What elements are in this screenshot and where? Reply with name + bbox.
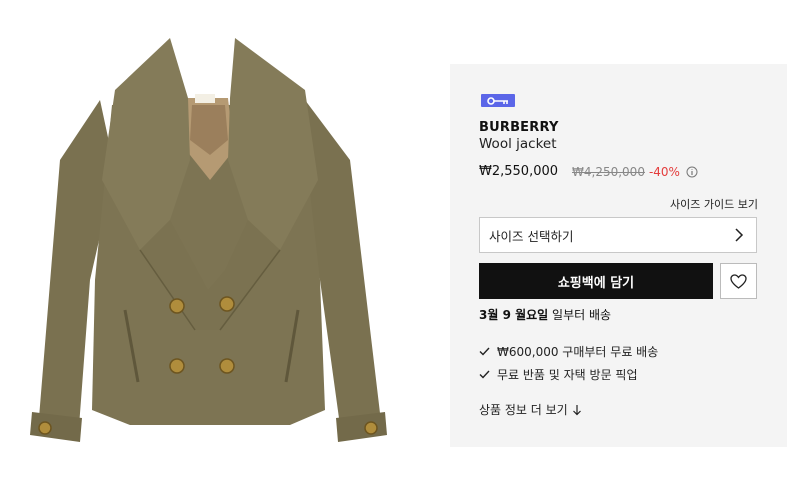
more-info-label: 상품 정보 더 보기 <box>479 403 568 417</box>
add-to-cart-button[interactable]: 쇼핑백에 담기 <box>479 263 713 299</box>
heart-icon <box>730 273 747 289</box>
size-select[interactable]: 사이즈 선택하기 <box>479 217 757 253</box>
key-icon <box>487 96 508 105</box>
more-info-link[interactable]: 상품 정보 더 보기 <box>479 401 582 418</box>
delivery-date: 3월 9 월요일 <box>479 308 549 322</box>
jacket-illustration <box>30 38 387 442</box>
key-badge <box>481 94 515 107</box>
brand-name: BURBERRY <box>479 120 559 135</box>
size-select-label: 사이즈 선택하기 <box>489 228 574 244</box>
product-title: Wool jacket <box>479 136 557 152</box>
arrow-down-icon <box>572 404 581 415</box>
benefit-free-shipping: ₩600,000 구매부터 무료 배송 <box>479 343 658 360</box>
wishlist-button[interactable] <box>720 263 757 299</box>
benefit-free-return: 무료 반품 및 자택 방문 픽업 <box>479 366 638 383</box>
price-row: ₩2,550,000 ₩4,250,000 -40% <box>479 164 698 179</box>
delivery-text: 일부터 배송 <box>548 308 612 322</box>
discount-rate: -40% <box>648 164 680 179</box>
chevron-right-icon <box>735 228 744 242</box>
size-guide-link[interactable]: 사이즈 가이드 보기 <box>670 196 758 212</box>
price-original: ₩4,250,000 <box>572 164 645 179</box>
info-icon[interactable] <box>686 166 698 178</box>
benefit-text: ₩600,000 구매부터 무료 배송 <box>497 345 659 359</box>
check-icon <box>479 370 490 379</box>
product-info-panel: BURBERRY Wool jacket ₩2,550,000 ₩4,250,0… <box>450 64 787 447</box>
price-current: ₩2,550,000 <box>479 164 559 179</box>
delivery-info: 3월 9 월요일 일부터 배송 <box>479 306 611 323</box>
product-image[interactable] <box>20 30 400 470</box>
benefit-text: 무료 반품 및 자택 방문 픽업 <box>497 368 638 382</box>
check-icon <box>479 347 490 356</box>
